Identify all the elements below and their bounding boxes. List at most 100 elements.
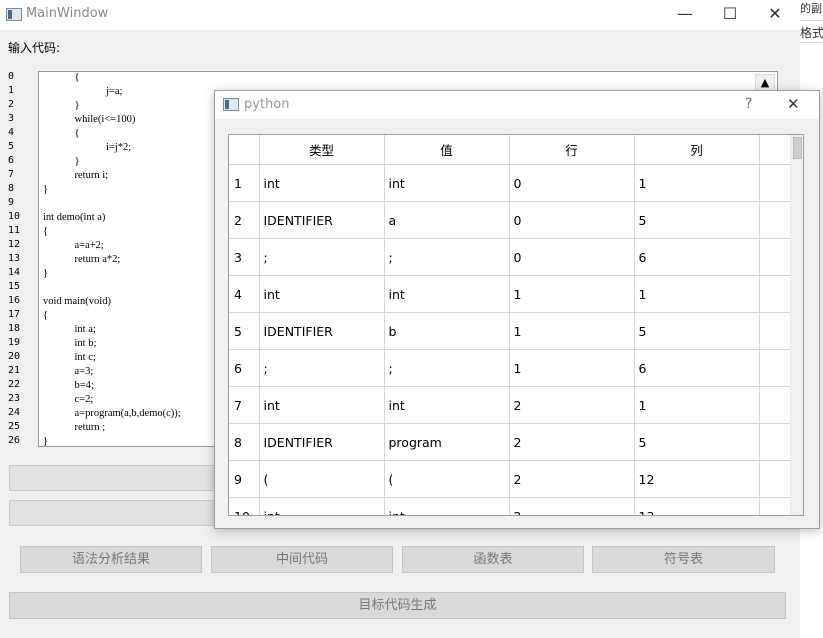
code-line: i=j*2;	[43, 142, 132, 153]
dialog-close-icon[interactable]: ✕	[787, 95, 800, 113]
row-number[interactable]: 7	[229, 386, 260, 424]
cell-col[interactable]: 1	[634, 275, 760, 313]
cell-value[interactable]: ;	[384, 349, 510, 387]
input-code-label: 输入代码:	[8, 41, 61, 55]
cell-col[interactable]: 6	[634, 349, 760, 387]
cell-type[interactable]: IDENTIFIER	[259, 312, 385, 350]
cell-value[interactable]: b	[384, 312, 510, 350]
cell-value[interactable]: int	[384, 275, 510, 313]
cell-col[interactable]: 1	[634, 386, 760, 424]
row-number[interactable]: 8	[229, 423, 260, 461]
column-header-line[interactable]: 行	[509, 135, 635, 165]
code-line: a=a+2;	[43, 240, 104, 251]
row-number[interactable]: 9	[229, 460, 260, 498]
cell-col[interactable]: 5	[634, 201, 760, 239]
token-table[interactable]: 类型 值 行 列 1 int int 0 1 2 IDENTIFIER a 0 5 3;; 0 6 4 in…	[228, 134, 804, 516]
cell-value[interactable]: int	[384, 497, 510, 515]
cell-type[interactable]: int	[259, 497, 385, 515]
row-filler	[759, 460, 792, 498]
row-number[interactable]: 6	[229, 349, 260, 387]
vertical-scrollbar[interactable]	[790, 135, 803, 515]
corner-header	[229, 135, 260, 165]
maximize-button[interactable]: ☐	[707, 0, 753, 30]
cell-line[interactable]: 1	[509, 312, 635, 350]
divider	[800, 20, 823, 21]
help-button[interactable]: ?	[745, 96, 752, 112]
line-number: 2	[8, 99, 15, 110]
column-header-value[interactable]: 值	[384, 135, 510, 165]
cell-line[interactable]: 0	[509, 164, 635, 202]
code-line: a=3;	[43, 366, 94, 377]
cell-line[interactable]: 1	[509, 349, 635, 387]
cell-line[interactable]: 2	[509, 497, 635, 515]
cell-value[interactable]: int	[384, 386, 510, 424]
line-number: 15	[8, 281, 21, 292]
background-menu-item[interactable]: 格式	[800, 24, 823, 41]
cell-col[interactable]: 5	[634, 312, 760, 350]
cell-type[interactable]: IDENTIFIER	[259, 423, 385, 461]
row-number[interactable]: 4	[229, 275, 260, 313]
column-header-type[interactable]: 类型	[259, 135, 385, 165]
cell-col[interactable]: 6	[634, 238, 760, 276]
cell-line[interactable]: 1	[509, 275, 635, 313]
table-row[interactable]: 8 IDENTIFIER program 2 5	[229, 423, 792, 461]
dialog-titlebar[interactable]: python ? ✕	[215, 91, 819, 119]
cell-type[interactable]: int	[259, 275, 385, 313]
row-number[interactable]: 1	[229, 164, 260, 202]
row-filler	[759, 238, 792, 276]
row-number[interactable]: 2	[229, 201, 260, 239]
syntax-result-button[interactable]: 语法分析结果	[20, 546, 202, 573]
cell-type[interactable]: IDENTIFIER	[259, 201, 385, 239]
table-row[interactable]: 3;; 0 6	[229, 238, 792, 276]
token-dialog: python ? ✕ 类型 值 行 列 1 int int 0 1 2 IDEN…	[214, 90, 820, 529]
cell-type[interactable]: int	[259, 386, 385, 424]
table-row[interactable]: 2 IDENTIFIER a 0 5	[229, 201, 792, 239]
line-number: 9	[8, 197, 15, 208]
row-number[interactable]: 10	[229, 497, 260, 515]
main-titlebar[interactable]: MainWindow — ☐ ✕	[0, 0, 800, 30]
code-line: int a;	[43, 324, 96, 335]
maximize-icon: ☐	[722, 4, 738, 23]
code-line: void main(void)	[43, 296, 111, 307]
cell-value[interactable]: a	[384, 201, 510, 239]
close-icon: ✕	[768, 4, 782, 23]
cell-col[interactable]: 13	[634, 497, 760, 515]
cell-value[interactable]: ;	[384, 238, 510, 276]
cell-col[interactable]: 12	[634, 460, 760, 498]
close-button[interactable]: ✕	[752, 0, 798, 30]
intermediate-code-button[interactable]: 中间代码	[211, 546, 393, 573]
target-code-button[interactable]: 目标代码生成	[9, 592, 786, 619]
table-row[interactable]: 6;; 1 6	[229, 349, 792, 387]
table-row[interactable]: 7 int int 2 1	[229, 386, 792, 424]
column-header-col[interactable]: 列	[634, 135, 760, 165]
cell-line[interactable]: 0	[509, 238, 635, 276]
cell-type[interactable]: (	[259, 460, 385, 498]
row-filler	[759, 349, 792, 387]
function-table-button[interactable]: 函数表	[402, 546, 584, 573]
table-row[interactable]: 1 int int 0 1	[229, 164, 792, 202]
cell-type[interactable]: int	[259, 164, 385, 202]
cell-line[interactable]: 2	[509, 386, 635, 424]
cell-line[interactable]: 2	[509, 423, 635, 461]
line-number: 26	[8, 435, 21, 446]
table-row[interactable]: 9((2 12	[229, 460, 792, 498]
cell-value[interactable]: (	[384, 460, 510, 498]
row-number[interactable]: 5	[229, 312, 260, 350]
cell-line[interactable]: 0	[509, 201, 635, 239]
cell-type[interactable]: ;	[259, 349, 385, 387]
table-row[interactable]: 4 int int 1 1	[229, 275, 792, 313]
table-row[interactable]: 5 IDENTIFIER b 1 5	[229, 312, 792, 350]
symbol-table-button[interactable]: 符号表	[592, 546, 775, 573]
scrollbar-thumb[interactable]	[793, 137, 802, 159]
minimize-button[interactable]: —	[662, 0, 708, 30]
cell-col[interactable]: 5	[634, 423, 760, 461]
row-filler	[759, 386, 792, 424]
table-row[interactable]: 10 int int 2 13	[229, 497, 792, 515]
cell-col[interactable]: 1	[634, 164, 760, 202]
cell-value[interactable]: int	[384, 164, 510, 202]
cell-line[interactable]: 2	[509, 460, 635, 498]
cell-value[interactable]: program	[384, 423, 510, 461]
cell-type[interactable]: ;	[259, 238, 385, 276]
row-number[interactable]: 3	[229, 238, 260, 276]
line-number: 1	[8, 85, 15, 96]
